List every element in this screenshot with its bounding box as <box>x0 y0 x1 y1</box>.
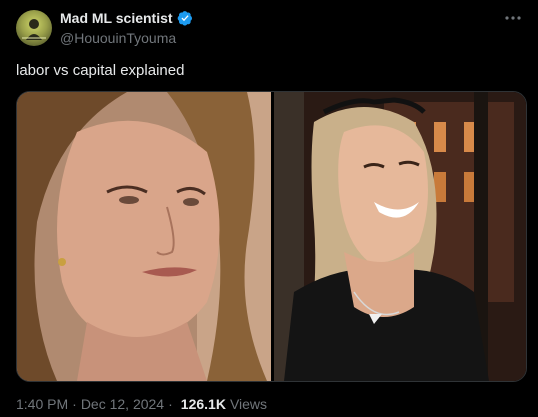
avatar[interactable] <box>16 10 52 46</box>
avatar-image <box>22 19 46 40</box>
post-time[interactable]: 1:40 PM <box>16 396 68 412</box>
more-options-icon[interactable] <box>502 8 524 28</box>
views-count[interactable]: 126.1K <box>181 396 226 412</box>
post-date[interactable]: Dec 12, 2024 <box>81 396 164 412</box>
left-photo-illustration <box>17 92 271 381</box>
post-text: labor vs capital explained <box>16 62 185 79</box>
verified-badge-icon <box>177 10 193 26</box>
meta-separator: · <box>72 396 77 412</box>
media-image-left[interactable] <box>17 92 271 381</box>
meta-separator-2: · <box>168 396 173 412</box>
author-name-row: Mad ML scientist <box>60 10 193 26</box>
media-image-right[interactable] <box>274 92 526 381</box>
author-handle[interactable]: @HououinTyouma <box>60 30 176 46</box>
views-label: Views <box>229 396 268 412</box>
post-media[interactable] <box>16 91 527 382</box>
post-meta: 1:40 PM · Dec 12, 2024 · 126.1K Views <box>16 396 267 412</box>
author-display-name[interactable]: Mad ML scientist <box>60 10 173 26</box>
right-photo-illustration <box>274 92 526 381</box>
